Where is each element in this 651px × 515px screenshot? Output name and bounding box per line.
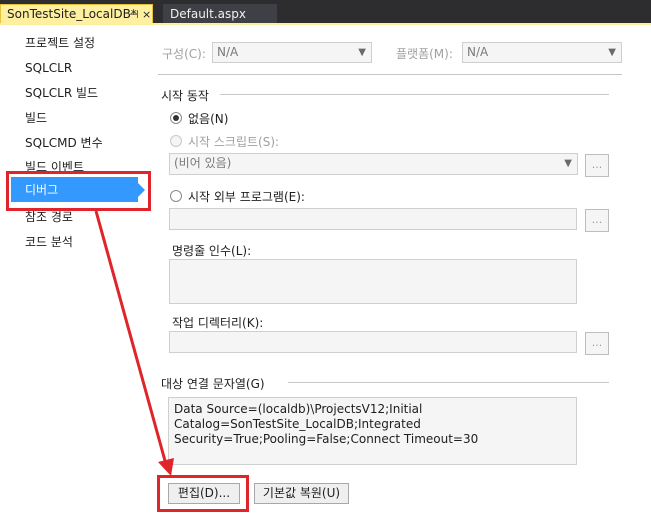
annotation-arrow <box>94 210 174 476</box>
